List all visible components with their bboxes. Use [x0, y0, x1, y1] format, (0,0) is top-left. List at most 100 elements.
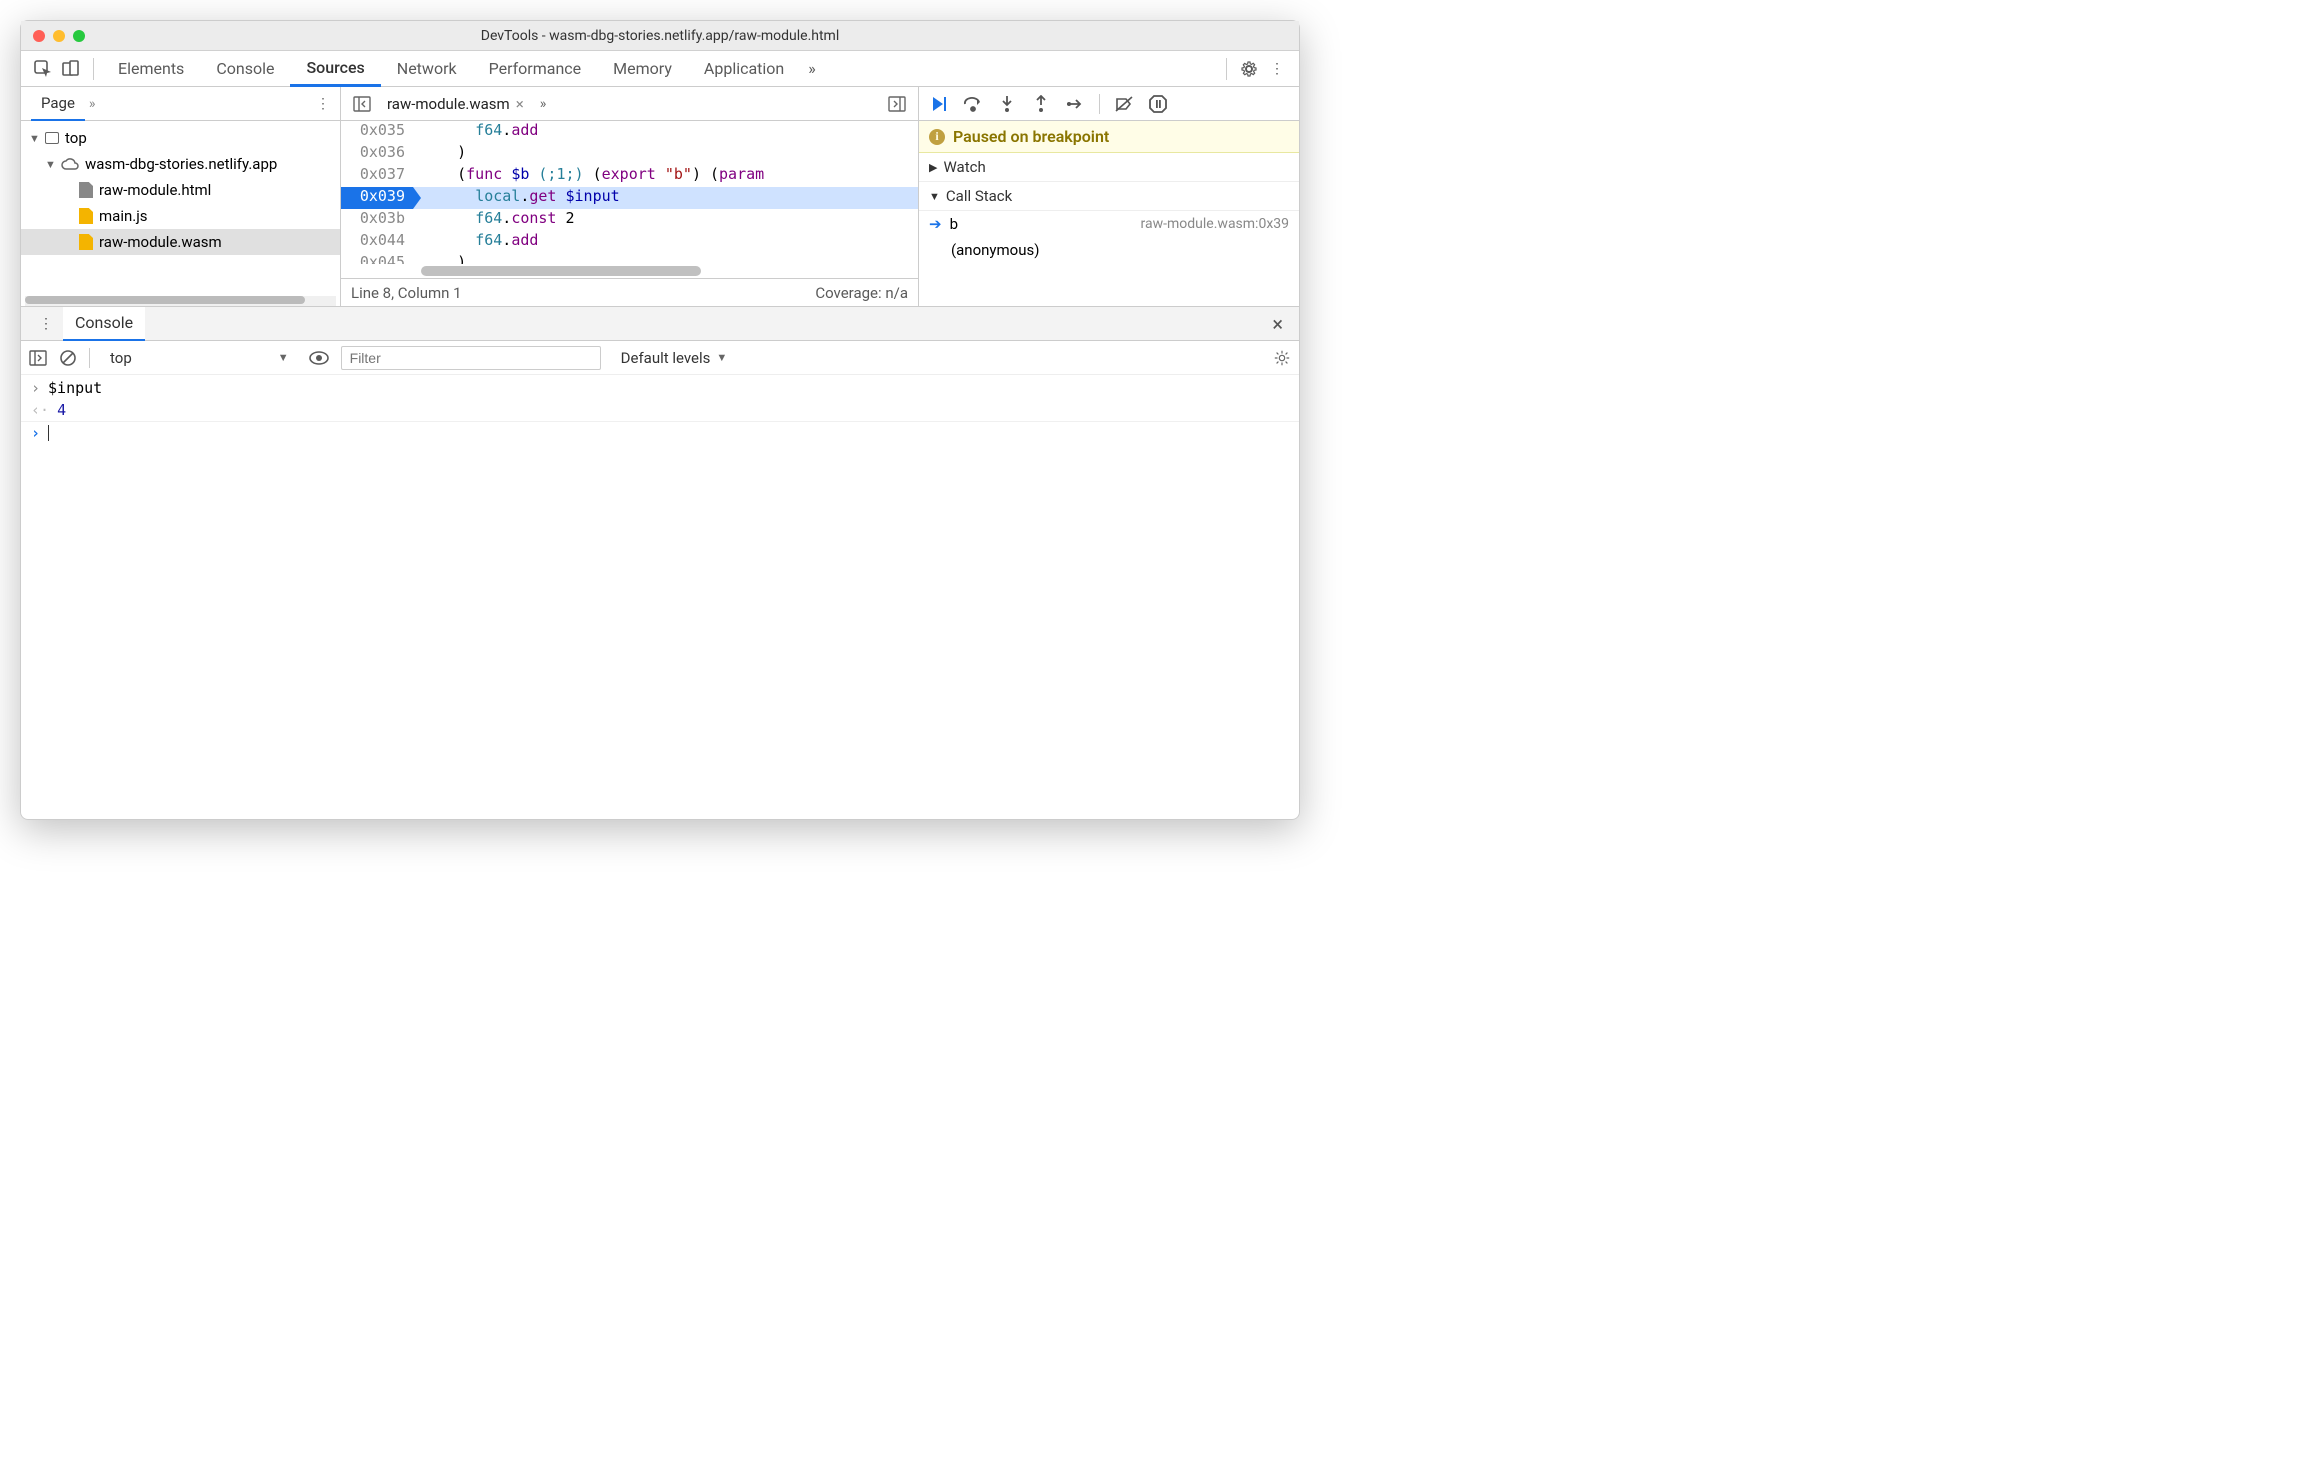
close-drawer-icon[interactable]: × [1264, 312, 1291, 336]
code-text: f64.add [413, 121, 918, 143]
tab-performance[interactable]: Performance [473, 51, 598, 87]
tree-row-file[interactable]: main.js [21, 203, 340, 229]
line-address[interactable]: 0x03b [341, 209, 413, 231]
section-label: Call Stack [946, 187, 1012, 205]
code-line[interactable]: 0x045 ) [341, 253, 918, 264]
cloud-icon [61, 157, 79, 171]
output-chevron-icon: ‹· [31, 401, 49, 419]
more-menu-icon[interactable]: ⋮ [1263, 55, 1291, 83]
tab-elements[interactable]: Elements [102, 51, 200, 87]
close-tab-icon[interactable]: × [516, 95, 524, 113]
inspect-element-icon[interactable] [29, 55, 57, 83]
console-settings-gear-icon[interactable] [1273, 349, 1291, 367]
code-line[interactable]: 0x039 local.get $input [341, 187, 918, 209]
callstack-frame[interactable]: (anonymous) [919, 237, 1299, 263]
text-cursor [48, 425, 49, 441]
console-output-row: ‹· 4 [21, 399, 1299, 422]
navigator-pane: Page » ⋮ ▼ top ▼ wasm-dbg-stories.netlif… [21, 87, 341, 306]
editor-tab[interactable]: raw-module.wasm × [383, 95, 528, 113]
tree-row-file[interactable]: raw-module.wasm [21, 229, 340, 255]
divider [93, 58, 94, 80]
tree-label: top [65, 129, 87, 147]
drawer-more-icon[interactable]: ⋮ [29, 316, 63, 332]
debugger-pane: i Paused on breakpoint ▶ Watch ▼ Call St… [919, 87, 1299, 306]
tab-sources[interactable]: Sources [290, 51, 380, 87]
settings-gear-icon[interactable] [1235, 55, 1263, 83]
hide-debugger-icon[interactable] [884, 94, 910, 114]
tree-label: raw-module.html [99, 181, 211, 199]
drawer-tab-console[interactable]: Console [63, 307, 145, 341]
tree-row-file[interactable]: raw-module.html [21, 177, 340, 203]
console-output[interactable]: › $input ‹· 4 › [21, 375, 1299, 819]
prompt-chevron-icon: › [31, 424, 40, 442]
close-window-button[interactable] [33, 30, 45, 42]
line-address[interactable]: 0x044 [341, 231, 413, 253]
line-address[interactable]: 0x045 [341, 253, 413, 264]
console-expression: $input [48, 379, 102, 397]
execution-context-picker[interactable]: top ▼ [102, 349, 297, 367]
navigator-tabs-overflow[interactable]: » [85, 96, 100, 112]
resume-button-icon[interactable] [929, 94, 949, 114]
tab-application[interactable]: Application [688, 51, 800, 87]
code-text: f64.const 2 [413, 209, 918, 231]
console-sidebar-toggle-icon[interactable] [29, 350, 47, 366]
line-address[interactable]: 0x037 [341, 165, 413, 187]
clear-console-icon[interactable] [59, 349, 77, 367]
console-prompt-row[interactable]: › [21, 422, 1299, 444]
console-result: 4 [57, 401, 66, 419]
tab-console[interactable]: Console [200, 51, 290, 87]
editor-tab-label: raw-module.wasm [387, 95, 510, 113]
code-line[interactable]: 0x03b f64.const 2 [341, 209, 918, 231]
log-levels-picker[interactable]: Default levels ▼ [613, 349, 736, 367]
file-icon [79, 208, 93, 224]
tab-network[interactable]: Network [381, 51, 473, 87]
code-line[interactable]: 0x036 ) [341, 143, 918, 165]
code-text: f64.add [413, 231, 918, 253]
tree-row-origin[interactable]: ▼ wasm-dbg-stories.netlify.app [21, 151, 340, 177]
code-line[interactable]: 0x044 f64.add [341, 231, 918, 253]
code-editor[interactable]: 0x035 f64.add0x036 )0x037 (func $b (;1;)… [341, 121, 918, 264]
frame-location: raw-module.wasm:0x39 [1141, 216, 1289, 232]
current-frame-arrow-icon: ➔ [929, 215, 942, 233]
tab-memory[interactable]: Memory [597, 51, 688, 87]
tree-label: wasm-dbg-stories.netlify.app [85, 155, 277, 173]
step-over-icon[interactable] [963, 94, 983, 114]
code-line[interactable]: 0x037 (func $b (;1;) (export "b") (param [341, 165, 918, 187]
code-text: local.get $input [413, 187, 918, 209]
step-icon[interactable] [1065, 94, 1085, 114]
line-address[interactable]: 0x039 [341, 187, 413, 209]
navigator-more-icon[interactable]: ⋮ [316, 96, 330, 112]
frame-function: (anonymous) [951, 241, 1039, 259]
disclosure-triangle-icon: ▶ [929, 161, 937, 174]
step-out-icon[interactable] [1031, 94, 1051, 114]
line-address[interactable]: 0x035 [341, 121, 413, 143]
editor-tabs-overflow[interactable]: » [536, 94, 551, 114]
chevron-down-icon: ▼ [716, 351, 727, 364]
window-titlebar: DevTools - wasm-dbg-stories.netlify.app/… [21, 21, 1299, 51]
context-label: top [110, 349, 132, 367]
device-toolbar-icon[interactable] [57, 55, 85, 83]
editor-horizontal-scrollbar[interactable] [341, 264, 918, 278]
line-address[interactable]: 0x036 [341, 143, 413, 165]
callstack-section-header[interactable]: ▼ Call Stack [919, 182, 1299, 211]
code-line[interactable]: 0x035 f64.add [341, 121, 918, 143]
navigator-tab-page[interactable]: Page [31, 87, 85, 121]
minimize-window-button[interactable] [53, 30, 65, 42]
tree-row-top[interactable]: ▼ top [21, 125, 340, 151]
maximize-window-button[interactable] [73, 30, 85, 42]
console-filter-input[interactable] [341, 346, 601, 370]
callstack-frame[interactable]: ➔braw-module.wasm:0x39 [919, 211, 1299, 237]
horizontal-scrollbar[interactable] [25, 296, 336, 306]
disclosure-triangle-icon[interactable]: ▼ [45, 158, 55, 171]
pause-on-exceptions-icon[interactable] [1148, 94, 1168, 114]
deactivate-breakpoints-icon[interactable] [1114, 94, 1134, 114]
tabs-overflow-button[interactable]: » [800, 51, 824, 87]
cursor-position: Line 8, Column 1 [351, 284, 462, 302]
live-expression-icon[interactable] [309, 351, 329, 365]
section-label: Watch [943, 158, 985, 176]
step-into-icon[interactable] [997, 94, 1017, 114]
disclosure-triangle-icon[interactable]: ▼ [29, 132, 39, 145]
watch-section-header[interactable]: ▶ Watch [919, 153, 1299, 182]
window-title: DevTools - wasm-dbg-stories.netlify.app/… [21, 28, 1299, 44]
hide-navigator-icon[interactable] [349, 94, 375, 114]
